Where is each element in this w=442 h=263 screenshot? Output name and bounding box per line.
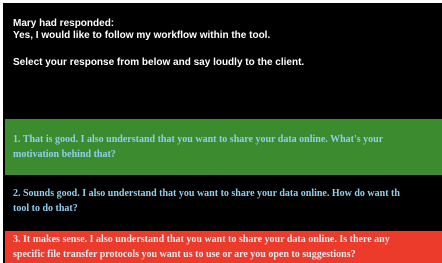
response-option-1[interactable]: 1. That is good. I also understand that …: [5, 119, 442, 175]
response-option-2-line-2: tool to do that?: [13, 203, 78, 214]
response-option-3-line-1: 3. It makes sense. I also understand tha…: [13, 234, 390, 245]
client-response-text: Yes, I would like to follow my workflow …: [13, 30, 271, 41]
client-response-header: Mary had responded:: [13, 18, 115, 29]
response-option-1-line-1: 1. That is good. I also understand that …: [13, 134, 384, 145]
instruction-text: Select your response from below and say …: [13, 57, 305, 68]
response-option-3[interactable]: 3. It makes sense. I also understand tha…: [5, 231, 442, 263]
response-option-2-line-1: 2. Sounds good. I also understand that y…: [13, 188, 400, 199]
response-option-2[interactable]: 2. Sounds good. I also understand that y…: [5, 185, 442, 227]
response-option-3-line-2: specific file transfer protocols you wan…: [13, 249, 356, 260]
dialogue-panel: Mary had responded: Yes, I would like to…: [3, 3, 442, 263]
response-option-1-line-2: motivation behind that?: [13, 149, 116, 160]
client-response: Mary had responded: Yes, I would like to…: [13, 18, 438, 42]
